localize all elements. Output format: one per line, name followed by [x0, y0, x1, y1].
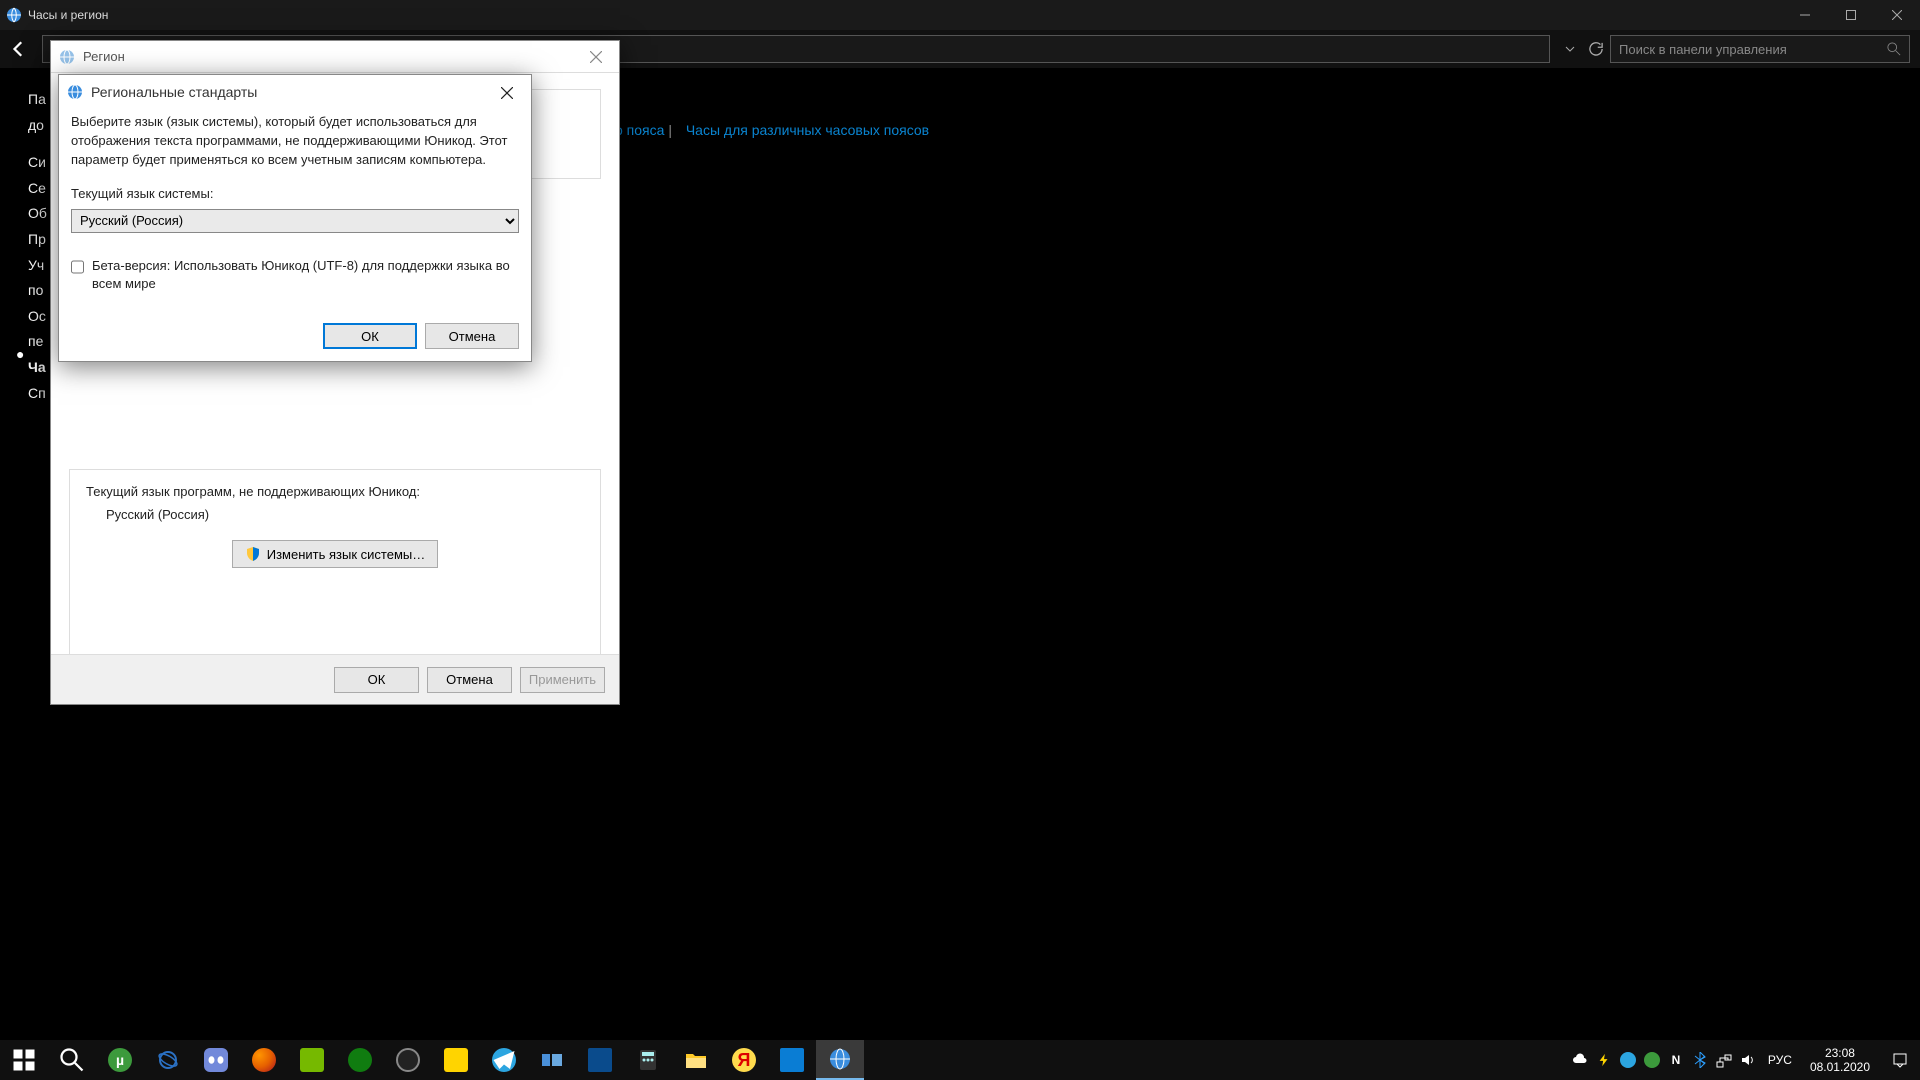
app-titlebar: Часы и регион — [0, 0, 1920, 30]
region-dialog-footer: ОК Отмена Применить — [51, 654, 619, 704]
std-cancel-button[interactable]: Отмена — [425, 323, 519, 349]
search-placeholder: Поиск в панели управления — [1619, 42, 1787, 57]
close-button[interactable] — [1874, 0, 1920, 30]
maximize-button[interactable] — [1828, 0, 1874, 30]
minimize-button[interactable] — [1782, 0, 1828, 30]
taskbar-app-discord[interactable] — [192, 1040, 240, 1080]
tray-notifications-icon[interactable] — [1880, 1052, 1920, 1068]
std-dialog-title: Региональные стандарты — [91, 84, 257, 100]
start-button[interactable] — [0, 1040, 48, 1080]
tray-lightning-icon[interactable] — [1592, 1040, 1616, 1080]
region-dialog-titlebar[interactable]: Регион — [51, 41, 619, 73]
tray-volume-icon[interactable] — [1736, 1040, 1760, 1080]
app-title: Часы и регион — [28, 8, 108, 22]
tray-network-icon[interactable] — [1712, 1040, 1736, 1080]
regional-standards-dialog: Региональные стандарты Выберите язык (яз… — [58, 74, 532, 362]
std-ok-button[interactable]: ОК — [323, 323, 417, 349]
back-button[interactable] — [0, 30, 38, 68]
beta-utf8-checkbox[interactable] — [71, 260, 84, 274]
non-unicode-group: Текущий язык программ, не поддерживающих… — [69, 469, 601, 669]
taskbar-app-calculator[interactable] — [624, 1040, 672, 1080]
taskbar-app-potplayer[interactable] — [432, 1040, 480, 1080]
std-dialog-close-button[interactable] — [487, 79, 527, 107]
link-clocks-timezones[interactable]: Часы для различных часовых поясов — [686, 122, 929, 138]
tray-telegram-icon[interactable] — [1616, 1040, 1640, 1080]
globe-icon — [59, 49, 75, 65]
tray-utorrent-icon[interactable] — [1640, 1040, 1664, 1080]
refresh-button[interactable] — [1582, 42, 1610, 56]
taskbar-app-region-active[interactable] — [816, 1040, 864, 1080]
search-icon — [1887, 42, 1901, 56]
taskbar-app-utorrent[interactable]: µ — [96, 1040, 144, 1080]
taskbar-app-obs[interactable] — [384, 1040, 432, 1080]
std-dialog-titlebar[interactable]: Региональные стандарты — [59, 75, 531, 109]
active-bullet-icon: ● — [16, 345, 24, 365]
globe-icon — [67, 84, 83, 100]
std-current-locale-label: Текущий язык системы: — [71, 186, 519, 201]
taskbar-app-telegram[interactable] — [480, 1040, 528, 1080]
taskbar-app-xbox[interactable] — [336, 1040, 384, 1080]
tray-bluetooth-icon[interactable] — [1688, 1040, 1712, 1080]
search-box[interactable]: Поиск в панели управления — [1610, 35, 1910, 63]
region-dialog-title: Регион — [83, 49, 125, 64]
taskbar-app-explorer[interactable] — [672, 1040, 720, 1080]
taskbar-app-firefox[interactable] — [240, 1040, 288, 1080]
shield-icon — [245, 546, 261, 562]
link-partial[interactable]: о пояса — [615, 122, 664, 138]
system-tray: N РУС 23:08 08.01.2020 — [1568, 1040, 1920, 1080]
taskbar-app-battlenet[interactable] — [144, 1040, 192, 1080]
beta-utf8-label: Бета-версия: Использовать Юникод (UTF-8)… — [92, 257, 519, 293]
taskbar-app-video[interactable] — [576, 1040, 624, 1080]
region-ok-button[interactable]: ОК — [334, 667, 419, 693]
system-locale-dropdown[interactable]: Русский (Россия) — [71, 209, 519, 233]
taskbar-app-control-panel[interactable] — [768, 1040, 816, 1080]
taskbar-app-taskview[interactable] — [528, 1040, 576, 1080]
tray-language[interactable]: РУС — [1760, 1053, 1800, 1067]
tray-cloud-icon[interactable] — [1568, 1040, 1592, 1080]
std-dialog-description: Выберите язык (язык системы), который бу… — [71, 113, 519, 170]
group-label: Текущий язык программ, не поддерживающих… — [86, 484, 584, 499]
globe-icon — [6, 7, 22, 23]
region-cancel-button[interactable]: Отмена — [427, 667, 512, 693]
region-dialog-close-button[interactable] — [573, 41, 619, 73]
tray-n-icon[interactable]: N — [1664, 1040, 1688, 1080]
change-system-locale-button[interactable]: Изменить язык системы… — [232, 540, 438, 568]
search-button[interactable] — [48, 1040, 96, 1080]
header-links: о пояса | Часы для различных часовых поя… — [615, 122, 939, 138]
region-apply-button: Применить — [520, 667, 605, 693]
address-dropdown-button[interactable] — [1558, 44, 1582, 54]
taskbar-app-yandex[interactable]: Я — [720, 1040, 768, 1080]
taskbar: µ Я N РУС 23:08 08.01.2020 — [0, 1040, 1920, 1080]
tray-clock[interactable]: 23:08 08.01.2020 — [1800, 1046, 1880, 1075]
taskbar-app-nvidia[interactable] — [288, 1040, 336, 1080]
current-locale-value: Русский (Россия) — [106, 507, 584, 522]
